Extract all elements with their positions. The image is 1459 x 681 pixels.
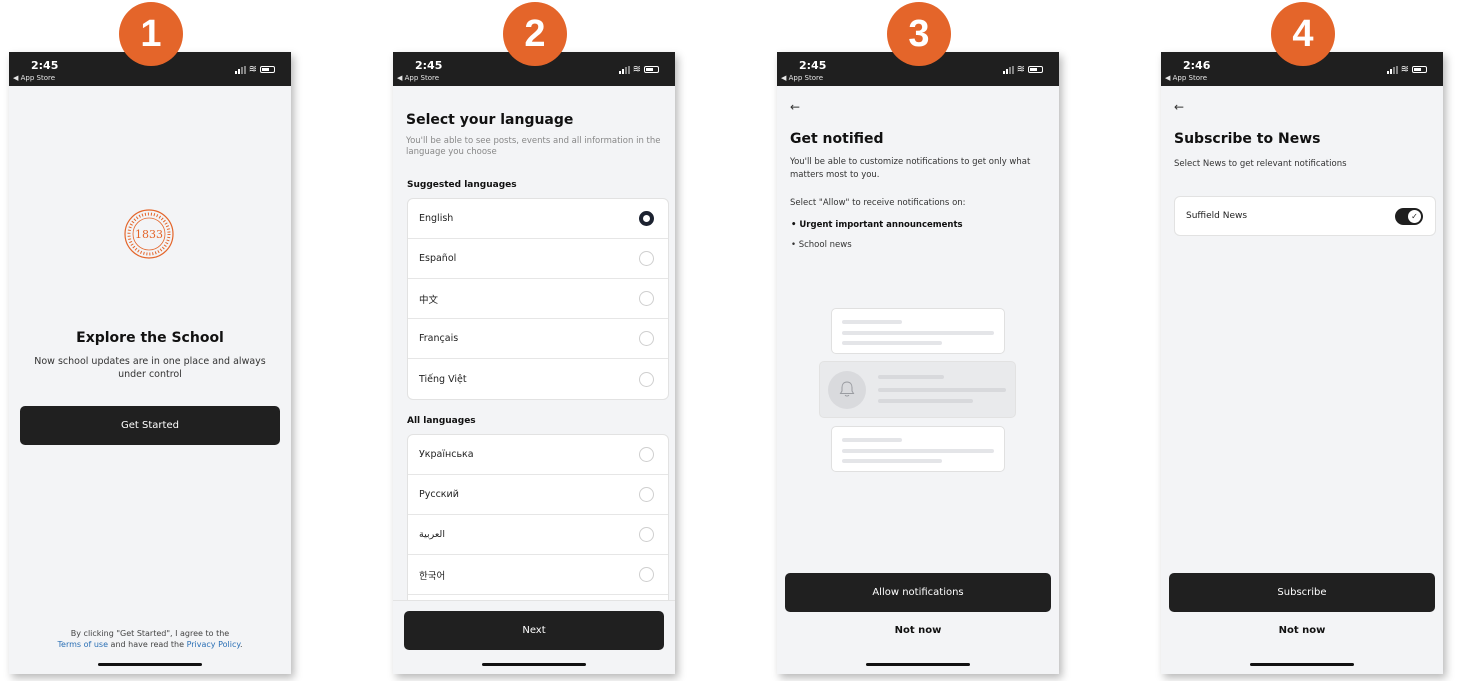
page-title: Get notified: [790, 131, 884, 147]
radio-button[interactable]: [639, 251, 654, 266]
notifications-prompt: Select "Allow" to receive notifications …: [790, 198, 966, 208]
language-option[interactable]: 中文: [408, 279, 668, 319]
terms-of-use-link[interactable]: Terms of use: [58, 640, 109, 649]
arrow-left-icon[interactable]: ←: [1174, 100, 1184, 114]
radio-button[interactable]: [639, 487, 654, 502]
welcome-title: Explore the School: [76, 330, 224, 346]
back-to-app-store[interactable]: ◀ App Store: [13, 74, 55, 82]
welcome-subtitle: Now school updates are in one place and …: [34, 356, 266, 380]
language-option[interactable]: Español: [408, 239, 668, 279]
not-now-button[interactable]: Not now: [777, 625, 1059, 636]
seal-year: 1833: [135, 228, 163, 241]
phone-screen-language: 2:45 ◀ App Store ≋ Select your language …: [393, 52, 675, 674]
signal-icon: [1002, 65, 1014, 74]
legal-notice: By clicking "Get Started", I agree to th…: [57, 629, 243, 649]
wifi-icon: ≋: [1400, 64, 1409, 75]
page-title: Subscribe to News: [1174, 131, 1321, 147]
radio-button[interactable]: [639, 331, 654, 346]
bullet-item: • Urgent important announcements: [791, 220, 963, 230]
notification-placeholder-card: [831, 308, 1005, 354]
battery-icon: [644, 66, 659, 73]
step-badge-3: 3: [887, 2, 951, 66]
bullet-item: • School news: [791, 240, 852, 250]
radio-button[interactable]: [639, 527, 654, 542]
language-option[interactable]: Français: [408, 319, 668, 359]
status-time: 2:45: [415, 59, 443, 72]
battery-icon: [1412, 66, 1427, 73]
language-option[interactable]: Русский: [408, 475, 668, 515]
language-option[interactable]: العربية: [408, 515, 668, 555]
battery-icon: [1028, 66, 1043, 73]
onboarding-steps: 1 2 3 4 2:45 ◀ App Store ≋ 1833 Explore …: [0, 0, 1459, 681]
school-seal-logo: 1833: [124, 209, 174, 259]
signal-icon: [618, 65, 630, 74]
radio-button[interactable]: [639, 567, 654, 582]
check-icon: ✓: [1408, 210, 1421, 223]
suggested-languages-list: English Español 中文 Français Tiếng Việt: [407, 198, 669, 400]
home-indicator: [482, 663, 586, 666]
signal-icon: [1386, 65, 1398, 74]
all-languages-list: Українська Русский العربية 한국어: [407, 434, 669, 614]
allow-notifications-button[interactable]: Allow notifications: [785, 573, 1051, 612]
news-subscription-row[interactable]: Suffield News ✓: [1174, 196, 1436, 236]
phone-screen-notifications: 2:45 ◀ App Store ≋ ← Get notified You'll…: [777, 52, 1059, 674]
bell-icon: [839, 381, 855, 397]
status-time: 2:45: [799, 59, 827, 72]
status-time: 2:45: [31, 59, 59, 72]
status-time: 2:46: [1183, 59, 1211, 72]
battery-icon: [260, 66, 275, 73]
step-badge-1: 1: [119, 2, 183, 66]
notification-placeholder-card: [819, 361, 1016, 418]
phone-screen-subscribe: 2:46 ◀ App Store ≋ ← Subscribe to News S…: [1161, 52, 1443, 674]
wifi-icon: ≋: [248, 64, 257, 75]
back-to-app-store[interactable]: ◀ App Store: [397, 74, 439, 82]
get-started-button[interactable]: Get Started: [20, 406, 280, 445]
signal-icon: [234, 65, 246, 74]
back-to-app-store[interactable]: ◀ App Store: [1165, 74, 1207, 82]
language-option[interactable]: Українська: [408, 435, 668, 475]
radio-button[interactable]: [639, 291, 654, 306]
page-title: Select your language: [406, 112, 574, 128]
language-option[interactable]: English: [408, 199, 668, 239]
wifi-icon: ≋: [632, 64, 641, 75]
wifi-icon: ≋: [1016, 64, 1025, 75]
notification-placeholder-card: [831, 426, 1005, 472]
back-to-app-store[interactable]: ◀ App Store: [781, 74, 823, 82]
page-subtitle: Select News to get relevant notification…: [1174, 159, 1347, 169]
home-indicator: [1250, 663, 1354, 666]
subscription-toggle[interactable]: ✓: [1395, 208, 1423, 225]
radio-button[interactable]: [639, 447, 654, 462]
subscribe-button[interactable]: Subscribe: [1169, 573, 1435, 612]
not-now-button[interactable]: Not now: [1161, 625, 1443, 636]
phone-screen-welcome: 2:45 ◀ App Store ≋ 1833 Explore the Scho…: [9, 52, 291, 674]
all-languages-label: All languages: [407, 416, 476, 426]
radio-button[interactable]: [639, 371, 654, 387]
suggested-languages-label: Suggested languages: [407, 180, 517, 190]
radio-selected[interactable]: [639, 211, 654, 226]
toggle-label: Suffield News: [1186, 211, 1248, 221]
step-badge-2: 2: [503, 2, 567, 66]
home-indicator: [98, 663, 202, 666]
privacy-policy-link[interactable]: Privacy Policy: [187, 640, 240, 649]
next-button[interactable]: Next: [404, 611, 664, 650]
step-badge-4: 4: [1271, 2, 1335, 66]
page-subtitle: You'll be able to see posts, events and …: [406, 136, 661, 157]
language-option[interactable]: Tiếng Việt: [408, 359, 668, 399]
notifications-description: You'll be able to customize notification…: [790, 157, 1031, 180]
arrow-left-icon[interactable]: ←: [790, 100, 800, 114]
language-option[interactable]: 한국어: [408, 555, 668, 595]
home-indicator: [866, 663, 970, 666]
